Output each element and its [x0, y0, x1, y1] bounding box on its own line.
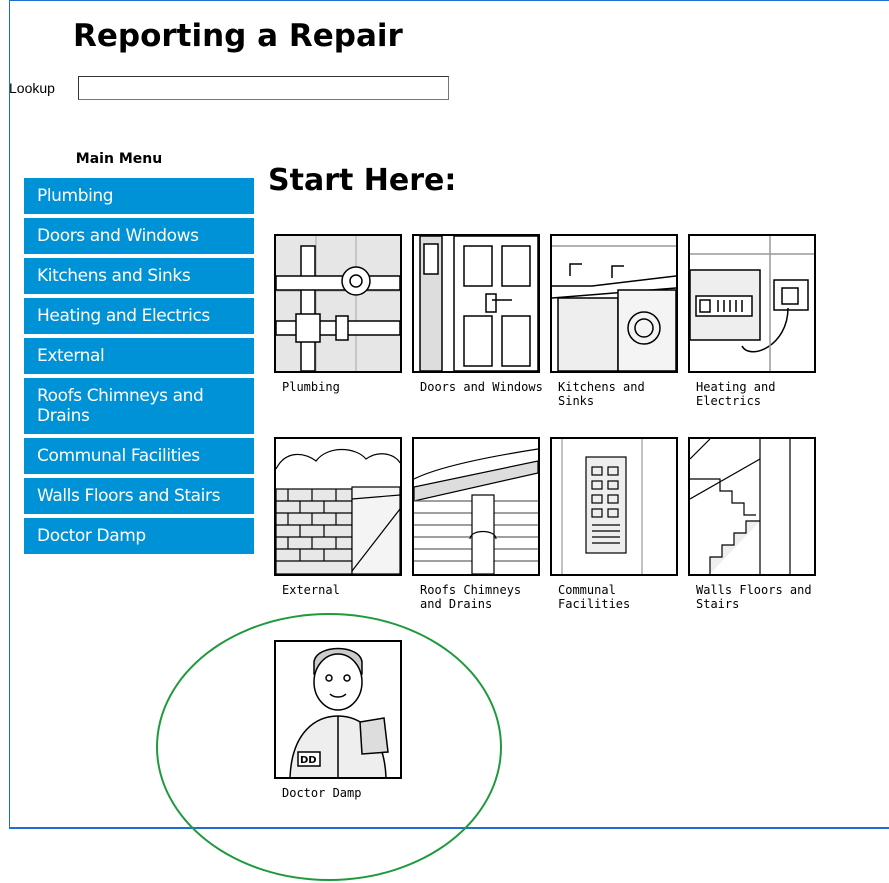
tile-caption: External — [282, 583, 340, 597]
door-icon — [412, 234, 540, 373]
page-title: Reporting a Repair — [73, 18, 403, 54]
tile-caption: Kitchens and Sinks — [558, 380, 645, 408]
menu-item-doors-and-windows[interactable]: Doors and Windows — [24, 218, 254, 254]
stairs-icon — [688, 437, 816, 576]
doctor-damp-icon: DD — [274, 640, 402, 779]
main-menu: Plumbing Doors and Windows Kitchens and … — [24, 178, 254, 558]
tile-caption: Walls Floors and Stairs — [696, 583, 812, 611]
tile-kitchens-and-sinks[interactable]: Kitchens and Sinks — [550, 234, 678, 408]
tile-external[interactable]: External — [274, 437, 402, 597]
menu-item-walls-floors-and-stairs[interactable]: Walls Floors and Stairs — [24, 478, 254, 514]
tile-plumbing[interactable]: Plumbing — [274, 234, 402, 394]
tile-caption: Communal Facilities — [558, 583, 631, 611]
tile-doors-and-windows[interactable]: Doors and Windows — [412, 234, 543, 394]
svg-text:DD: DD — [300, 755, 317, 766]
tile-roofs-chimneys-and-drains[interactable]: Roofs Chimneys and Drains — [412, 437, 540, 611]
tile-caption: Plumbing — [282, 380, 340, 394]
menu-item-kitchens-and-sinks[interactable]: Kitchens and Sinks — [24, 258, 254, 294]
lookup-label: Lookup — [9, 80, 55, 96]
tile-walls-floors-and-stairs[interactable]: Walls Floors and Stairs — [688, 437, 816, 611]
socket-icon — [688, 234, 816, 373]
menu-item-external[interactable]: External — [24, 338, 254, 374]
menu-item-roofs-chimneys-and-drains[interactable]: Roofs Chimneys and Drains — [24, 378, 254, 434]
tile-caption: Heating and Electrics — [696, 380, 776, 408]
tile-heating-and-electrics[interactable]: Heating and Electrics — [688, 234, 816, 408]
gutter-icon — [412, 437, 540, 576]
tile-caption: Roofs Chimneys and Drains — [420, 583, 522, 611]
menu-item-heating-and-electrics[interactable]: Heating and Electrics — [24, 298, 254, 334]
brick-wall-icon — [274, 437, 402, 576]
intercom-icon — [550, 437, 678, 576]
tile-doctor-damp[interactable]: DD Doctor Damp — [274, 640, 402, 800]
kitchen-icon — [550, 234, 678, 373]
start-here-heading: Start Here: — [268, 163, 457, 198]
tile-communal-facilities[interactable]: Communal Facilities — [550, 437, 678, 611]
lookup-input[interactable] — [78, 76, 449, 100]
menu-item-doctor-damp[interactable]: Doctor Damp — [24, 518, 254, 554]
menu-item-communal-facilities[interactable]: Communal Facilities — [24, 438, 254, 474]
tile-caption: Doors and Windows — [420, 380, 543, 394]
tile-caption: Doctor Damp — [282, 786, 362, 800]
main-menu-title: Main Menu — [75, 151, 163, 167]
pipes-icon — [274, 234, 402, 373]
menu-item-plumbing[interactable]: Plumbing — [24, 178, 254, 214]
